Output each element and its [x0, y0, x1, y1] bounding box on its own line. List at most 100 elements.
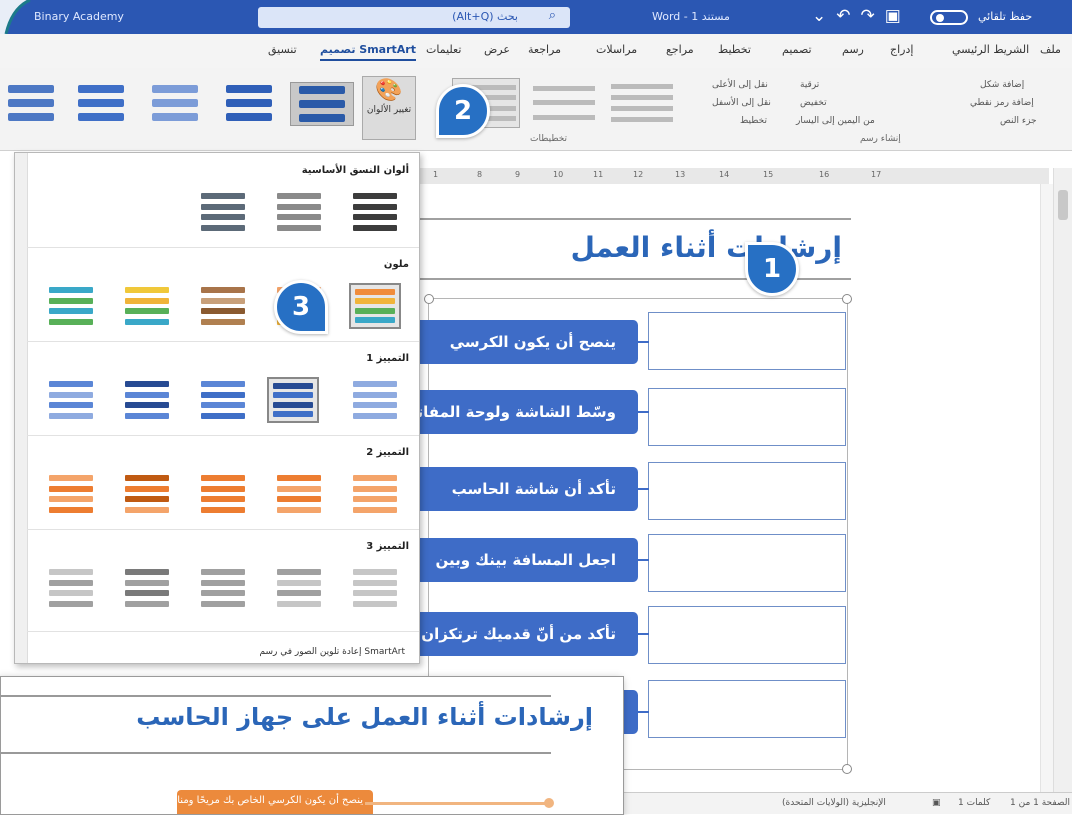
tab-smartart-design[interactable]: تصميم SmartArt — [320, 43, 416, 61]
proofing-icon[interactable]: ▣ — [932, 798, 941, 808]
account-name: Binary Academy — [34, 10, 124, 23]
color-swatch-accent1-1[interactable] — [349, 377, 401, 423]
palette-icon: 🎨 — [375, 78, 403, 103]
smartart-style-2[interactable] — [70, 82, 132, 124]
resize-handle[interactable] — [842, 294, 852, 304]
ruler-mark: 17 — [871, 170, 882, 179]
color-swatch-colorful-3[interactable] — [197, 283, 249, 329]
smartart-style-1[interactable] — [0, 82, 62, 124]
color-swatch-accent3-3[interactable] — [197, 565, 249, 611]
change-colors-button[interactable]: 🎨 تغيير الألوان — [362, 76, 416, 140]
color-swatch-accent2-1[interactable] — [349, 471, 401, 517]
connector — [637, 711, 649, 713]
tab-layout[interactable]: تخطيط — [718, 43, 751, 56]
smartart-style-4[interactable] — [218, 82, 280, 124]
demote-button[interactable]: تخفيض — [800, 98, 827, 108]
ruler-mark: 9 — [515, 170, 521, 179]
tab-format[interactable]: تنسيق — [268, 43, 297, 56]
autosave-label: حفظ تلقائي — [978, 10, 1033, 23]
inset-connector-line — [365, 802, 551, 805]
gallery-header-accent1: التمييز 1 — [366, 353, 409, 364]
result-preview-inset: إرشادات أثناء العمل على جهاز الحاسب ينصح… — [0, 676, 624, 815]
tab-insert[interactable]: إدراج — [890, 43, 913, 56]
color-swatch-accent3-2[interactable] — [273, 565, 325, 611]
color-swatch-accent2-5[interactable] — [45, 471, 97, 517]
right-to-left-button[interactable]: من اليمين إلى اليسار — [796, 116, 875, 126]
recolor-pictures-option[interactable]: إعادة تلوين الصور في رسم SmartArt — [260, 647, 405, 657]
tab-mailings[interactable]: مراسلات — [596, 43, 637, 56]
ruler-mark: 10 — [553, 170, 564, 179]
smartart-style-5[interactable] — [290, 82, 354, 126]
ruler-mark: 11 — [593, 170, 604, 179]
add-bullet-button[interactable]: إضافة رمز نقطي — [970, 98, 1034, 108]
smartart-style-3[interactable] — [144, 82, 206, 124]
tab-home[interactable]: الشريط الرئيسي — [952, 43, 1029, 56]
color-swatch-colorful-4[interactable] — [121, 283, 173, 329]
heading-rule-top — [419, 218, 851, 220]
language-indicator[interactable]: الإنجليزية (الولايات المتحدة) — [782, 798, 886, 808]
color-swatch-accent3-1[interactable] — [349, 565, 401, 611]
smartart-item-4[interactable]: اجعل المسافة بينك وبين — [410, 538, 638, 582]
color-swatch-accent1-4[interactable] — [121, 377, 173, 423]
color-swatch-accent2-2[interactable] — [273, 471, 325, 517]
tab-design[interactable]: تصميم — [782, 43, 812, 56]
scrollbar-thumb[interactable] — [1058, 190, 1068, 220]
autosave-toggle[interactable] — [930, 10, 968, 25]
text-pane-button[interactable]: جزء النص — [1000, 116, 1037, 126]
color-swatch-primary-1[interactable] — [349, 189, 401, 235]
move-up-button[interactable]: نقل إلى الأعلى — [712, 80, 768, 90]
smartart-item-2[interactable]: وسّط الشاشة ولوحة المفاتيح — [410, 390, 638, 434]
color-swatch-colorful-1[interactable] — [349, 283, 401, 329]
ruler-mark: 16 — [819, 170, 830, 179]
quick-access-toolbar[interactable]: ⌄↶↷▣ — [812, 6, 911, 26]
color-swatch-primary-2[interactable] — [273, 189, 325, 235]
color-swatch-colorful-5[interactable] — [45, 283, 97, 329]
layouts-group-label: تخطيطات — [530, 134, 568, 144]
promote-button[interactable]: ترقية — [800, 80, 819, 90]
inset-orange-item: ينصح أن يكون الكرسي الخاص بك مريحًا ومنا… — [177, 790, 373, 814]
tab-review[interactable]: مراجعة — [528, 43, 561, 56]
inset-connector-dot — [544, 798, 554, 808]
word-count[interactable]: 1 كلمات — [958, 798, 990, 808]
color-swatch-accent1-5[interactable] — [45, 377, 97, 423]
smartart-item-1[interactable]: ينصح أن يكون الكرسي — [410, 320, 638, 364]
page-count[interactable]: الصفحة 1 من 1 — [1010, 798, 1070, 808]
tab-help[interactable]: تعليمات — [426, 43, 461, 56]
layout-button[interactable]: تخطيط — [740, 116, 767, 126]
color-swatch-accent2-4[interactable] — [121, 471, 173, 517]
change-colors-label: تغيير الألوان — [366, 105, 412, 115]
tab-draw[interactable]: رسم — [842, 43, 864, 56]
gallery-separator — [27, 247, 419, 248]
search-input[interactable]: (Alt+Q) بحث ⌕ — [258, 7, 570, 28]
smartart-item-3[interactable]: تأكد أن شاشة الحاسب — [410, 467, 638, 511]
connector — [637, 488, 649, 490]
color-swatch-accent1-3[interactable] — [197, 377, 249, 423]
move-down-button[interactable]: نقل إلى الأسفل — [712, 98, 771, 108]
tab-file[interactable]: ملف — [1040, 43, 1061, 56]
layout-option-3[interactable] — [608, 78, 676, 128]
ruler-mark: 15 — [763, 170, 774, 179]
color-swatch-accent2-3[interactable] — [197, 471, 249, 517]
document-heading[interactable]: إرشادات أثناء العمل — [571, 231, 842, 264]
vertical-scrollbar[interactable] — [1053, 168, 1072, 792]
smartart-item-5[interactable]: تأكد من أنّ قدميك ترتكزان — [410, 612, 638, 656]
resize-handle[interactable] — [842, 764, 852, 774]
item-frame — [648, 312, 846, 370]
callout-marker-3: 3 — [274, 280, 328, 334]
layout-option-2[interactable] — [530, 78, 598, 128]
color-swatch-accent3-5[interactable] — [45, 565, 97, 611]
document-title: Word - 1 مستند — [652, 10, 730, 23]
color-swatch-primary-3[interactable] — [197, 189, 249, 235]
color-swatch-accent1-2[interactable] — [267, 377, 319, 423]
callout-marker-1: 1 — [745, 242, 799, 296]
color-swatch-accent3-4[interactable] — [121, 565, 173, 611]
gallery-header-accent3: التمييز 3 — [366, 541, 409, 552]
gallery-scrollbar[interactable] — [15, 153, 28, 663]
tab-references[interactable]: مراجع — [666, 43, 694, 56]
resize-handle[interactable] — [424, 294, 434, 304]
ruler-mark: 13 — [675, 170, 686, 179]
add-shape-button[interactable]: إضافة شكل — [980, 80, 1024, 90]
connector — [637, 559, 649, 561]
tab-view[interactable]: عرض — [484, 43, 510, 56]
app-logo-icon — [0, 0, 31, 34]
